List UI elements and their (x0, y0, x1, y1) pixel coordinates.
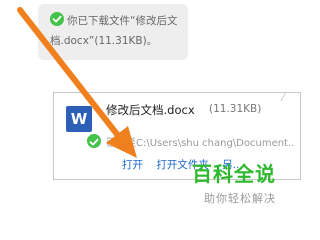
watermark-title: 百科全说 (192, 162, 276, 186)
card-corner (280, 92, 297, 101)
watermark-subtitle: 助你轻松解决 (204, 192, 276, 205)
file-path: 已存至C:\Users\shu chang\Document... (106, 138, 294, 149)
file-check-icon (86, 133, 102, 149)
file-size: (11.31KB) (209, 103, 262, 115)
word-document-icon: W (66, 106, 92, 132)
check-circle-icon (50, 12, 64, 26)
open-link[interactable]: 打开 (122, 159, 143, 171)
message-text-2: 档.docx”(11.31KB)。 (50, 35, 158, 47)
file-name[interactable]: 修改后文档.docx (106, 102, 195, 118)
message-line-1: 你已下载文件“修改后文 (50, 10, 182, 31)
message-text-1: 你已下载文件“修改后文 (67, 15, 178, 27)
download-message-bubble: 你已下载文件“修改后文 档.docx”(11.31KB)。 (38, 4, 188, 60)
